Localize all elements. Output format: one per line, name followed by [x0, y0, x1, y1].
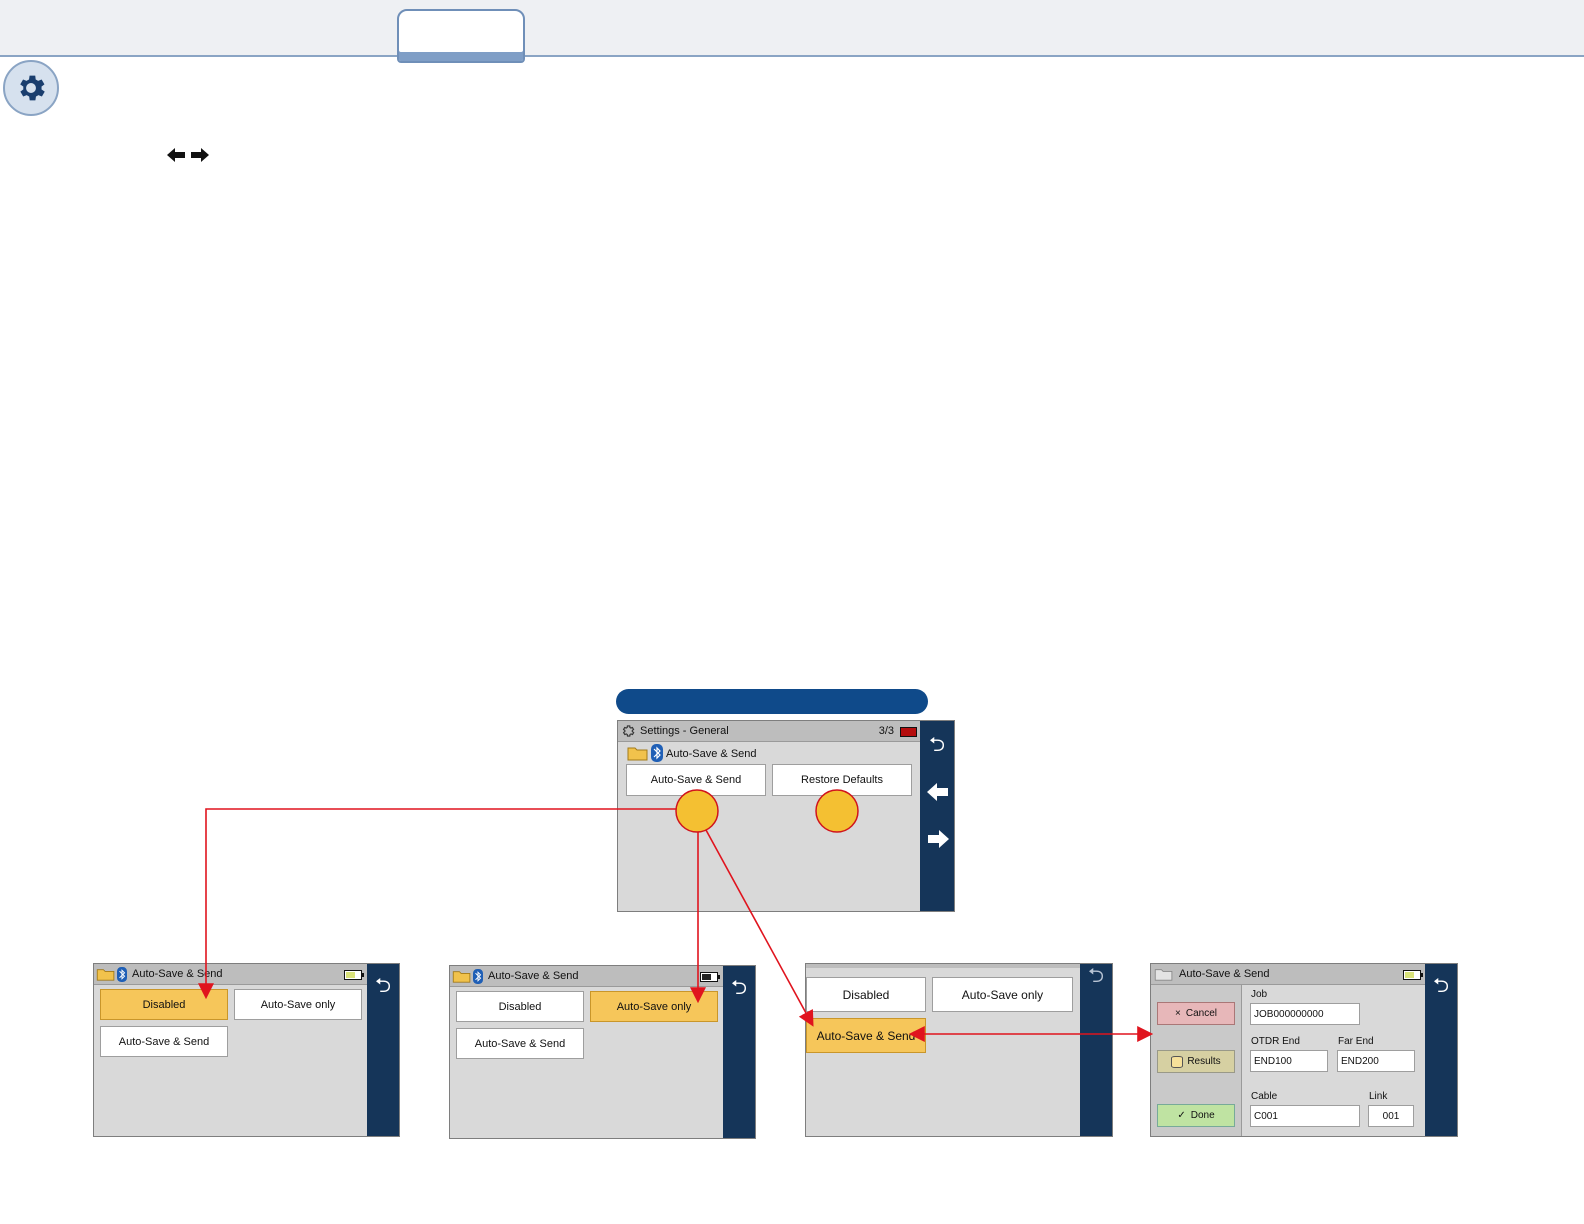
otdr-end-label: OTDR End [1251, 1036, 1300, 1047]
cancel-label: Cancel [1185, 1008, 1217, 1019]
battery-icon [344, 970, 364, 980]
side-panel: ⮌ [1425, 964, 1457, 1136]
screen-title: Auto-Save & Send [132, 968, 223, 980]
auto-save-send-details-screen: Auto-Save & Send × Cancel Results ✓ Done… [1150, 963, 1458, 1137]
link-field[interactable]: 001 [1368, 1105, 1414, 1127]
auto-save-screen-save-send: Disabled Auto-Save only Auto-Save & Send… [805, 963, 1113, 1137]
results-label: Results [1187, 1056, 1221, 1067]
settings-badge [3, 60, 59, 116]
back-icon[interactable]: ⮌ [1084, 966, 1108, 986]
job-label: Job [1251, 989, 1268, 1000]
auto-save-send-button[interactable]: Auto-Save & Send [626, 764, 766, 796]
cancel-button[interactable]: × Cancel [1157, 1002, 1235, 1025]
cable-label: Cable [1251, 1091, 1278, 1102]
battery-icon [1403, 970, 1423, 980]
checkmark-icon: ✓ [1177, 1110, 1186, 1121]
section-pill [616, 689, 928, 714]
auto-save-send-button[interactable]: Auto-Save & Send [100, 1026, 228, 1057]
arrow-left-icon[interactable] [927, 782, 949, 802]
auto-save-screen-save-only: Auto-Save & Send Disabled Auto-Save only… [449, 965, 756, 1139]
auto-save-screen-disabled: Auto-Save & Send Disabled Auto-Save only… [93, 963, 400, 1137]
auto-save-only-button[interactable]: Auto-Save only [234, 989, 362, 1020]
folder-icon [627, 747, 648, 761]
bluetooth-icon [651, 744, 663, 762]
close-icon: × [1175, 1008, 1181, 1019]
link-label: Link [1369, 1091, 1388, 1102]
screen-header: Auto-Save & Send [450, 966, 724, 987]
screen-header: Settings - General 3/3 [618, 721, 920, 742]
bluetooth-icon [473, 968, 483, 984]
back-icon[interactable]: ⮌ [1429, 976, 1453, 996]
side-panel: ⮌ [723, 966, 755, 1138]
disabled-button[interactable]: Disabled [100, 989, 228, 1020]
back-icon[interactable]: ⮌ [727, 978, 751, 998]
far-end-label: Far End [1338, 1036, 1374, 1047]
folder-icon [96, 969, 115, 981]
done-label: Done [1190, 1110, 1215, 1121]
back-icon[interactable]: ⮌ [371, 976, 395, 996]
restore-defaults-button[interactable]: Restore Defaults [772, 764, 912, 796]
disabled-button[interactable]: Disabled [806, 977, 926, 1012]
auto-save-send-button[interactable]: Auto-Save & Send [456, 1028, 584, 1059]
far-end-field[interactable]: END200 [1337, 1050, 1415, 1072]
top-bar [0, 0, 1584, 57]
side-panel: ⮌ [1080, 964, 1112, 1136]
job-field[interactable]: JOB000000000 [1250, 1003, 1360, 1025]
otdr-end-field[interactable]: END100 [1250, 1050, 1328, 1072]
done-button[interactable]: ✓ Done [1157, 1104, 1235, 1127]
screen-header: Auto-Save & Send [1151, 964, 1427, 985]
screen-header-strip [806, 964, 1081, 968]
section-label: Auto-Save & Send [666, 748, 757, 760]
auto-save-only-button[interactable]: Auto-Save only [590, 991, 718, 1022]
database-icon [1171, 1055, 1184, 1068]
left-right-arrows-icon [167, 148, 209, 162]
cable-field[interactable]: C001 [1250, 1105, 1360, 1127]
screen-title: Auto-Save & Send [488, 970, 579, 982]
battery-low-icon [900, 727, 917, 737]
gear-icon [20, 75, 45, 101]
side-panel: ⮌ [920, 721, 954, 911]
screen-title: Settings - General [640, 725, 729, 737]
screen-header: Auto-Save & Send [94, 964, 368, 985]
auto-save-send-button[interactable]: Auto-Save & Send [806, 1018, 926, 1053]
side-panel: ⮌ [367, 964, 399, 1136]
page-indicator: 3/3 [878, 725, 894, 737]
disabled-button[interactable]: Disabled [456, 991, 584, 1022]
settings-general-screen: Settings - General 3/3 Auto-Save & Send … [617, 720, 955, 912]
screen-title: Auto-Save & Send [1179, 968, 1270, 980]
arrow-right-icon[interactable] [927, 829, 949, 849]
back-icon[interactable]: ⮌ [925, 735, 949, 755]
folder-icon [452, 971, 471, 983]
battery-icon [700, 972, 720, 982]
bluetooth-icon [117, 966, 127, 982]
top-tab[interactable] [397, 9, 525, 63]
results-button[interactable]: Results [1157, 1050, 1235, 1073]
gear-icon [622, 725, 635, 737]
auto-save-only-button[interactable]: Auto-Save only [932, 977, 1073, 1012]
folder-icon [1154, 969, 1173, 981]
